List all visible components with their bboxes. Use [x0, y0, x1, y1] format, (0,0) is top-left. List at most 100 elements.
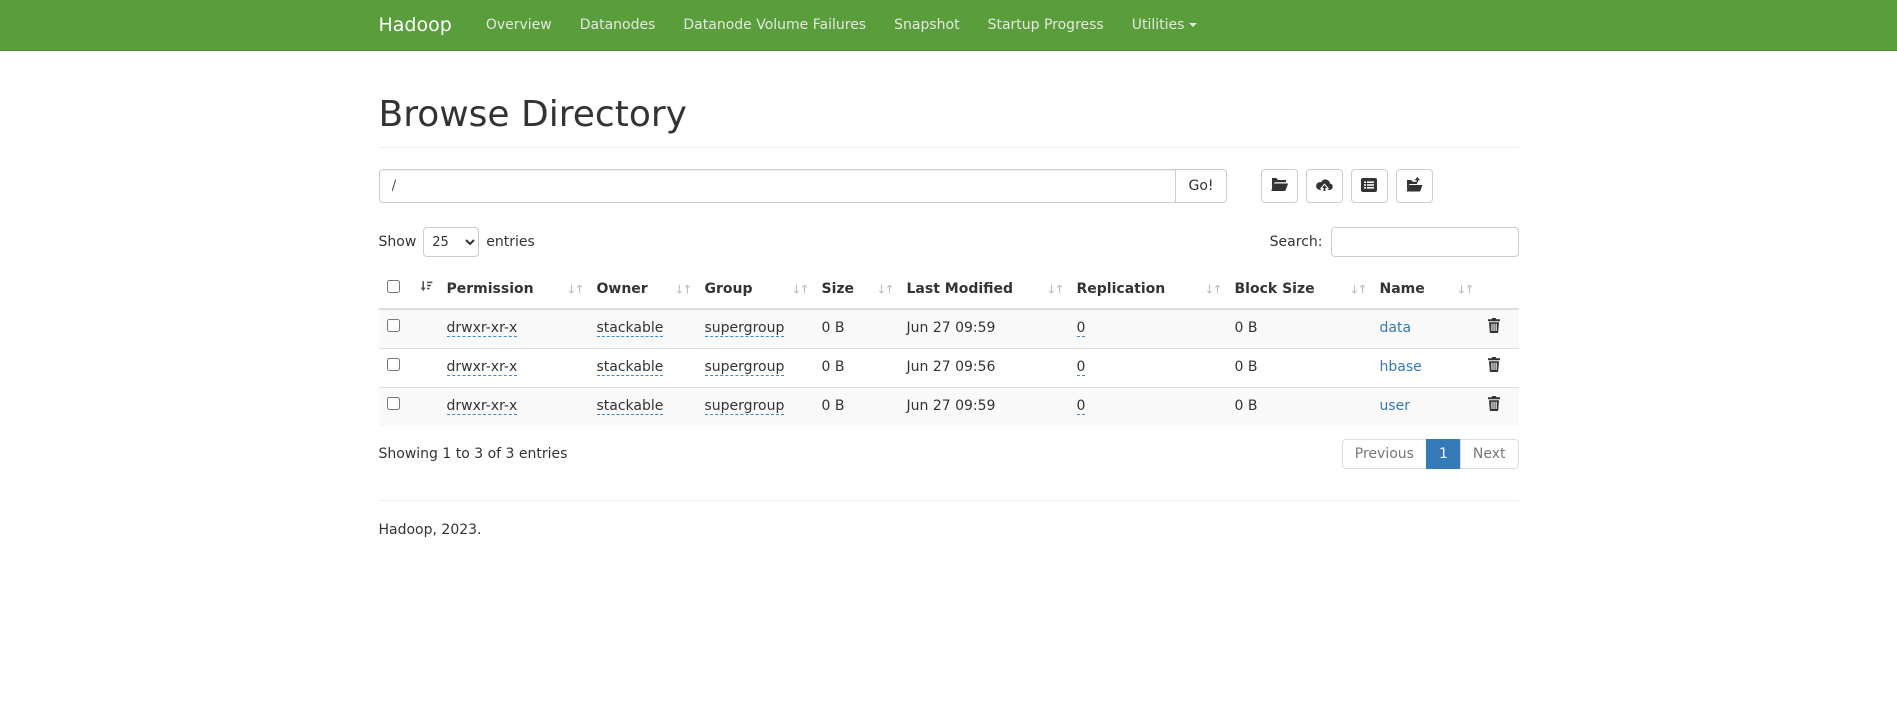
table-info: Showing 1 to 3 of 3 entries: [379, 446, 568, 462]
permission-editable[interactable]: drwxr-xr-x: [447, 320, 518, 337]
page-length-select[interactable]: 25: [423, 227, 479, 257]
folder-transfer-icon: [1405, 177, 1424, 195]
sort-both-icon: ↓↑: [876, 281, 892, 298]
block-size-value: 0 B: [1235, 359, 1258, 375]
upload-files-button[interactable]: [1306, 169, 1343, 203]
size-value: 0 B: [822, 398, 845, 414]
trash-icon: [1487, 399, 1501, 414]
cut-paste-button[interactable]: [1396, 169, 1433, 203]
main-content: Browse Directory Go!: [364, 94, 1534, 538]
footer-divider: [379, 500, 1519, 501]
path-bar: Go!: [379, 169, 1519, 203]
list-alt-icon: [1361, 178, 1377, 195]
brand-hadoop[interactable]: Hadoop: [379, 14, 452, 36]
group-editable[interactable]: supergroup: [705, 320, 785, 337]
nav-item-utilities-dropdown[interactable]: Utilities: [1118, 1, 1212, 49]
table-row: drwxr-xr-x stackable supergroup 0 B Jun …: [379, 309, 1519, 348]
sort-both-icon: ↓↑: [1456, 281, 1472, 298]
nav-item-overview[interactable]: Overview: [472, 1, 566, 49]
select-all-checkbox[interactable]: [387, 280, 400, 293]
permission-editable[interactable]: drwxr-xr-x: [447, 359, 518, 376]
table-footer-controls: Showing 1 to 3 of 3 entries Previous 1 N…: [379, 439, 1519, 469]
permission-editable[interactable]: drwxr-xr-x: [447, 398, 518, 415]
nav-links: Overview Datanodes Datanode Volume Failu…: [472, 1, 1212, 49]
trash-icon: [1487, 321, 1501, 336]
go-button[interactable]: Go!: [1175, 169, 1226, 203]
explorer-toolbar: [1261, 169, 1433, 203]
replication-editable[interactable]: 0: [1077, 320, 1086, 337]
divider: [379, 147, 1519, 148]
show-label: Show: [379, 234, 417, 250]
search-label: Search:: [1270, 234, 1323, 250]
size-value: 0 B: [822, 320, 845, 336]
header-name[interactable]: Name↓↑: [1372, 272, 1479, 309]
directory-table: Permission↓↑ Owner↓↑ Group↓↑ Size↓↑ Last…: [379, 272, 1519, 426]
directory-link[interactable]: data: [1380, 320, 1412, 336]
caret-down-icon: [1189, 23, 1197, 27]
delete-button[interactable]: [1487, 357, 1501, 372]
owner-editable[interactable]: stackable: [597, 320, 664, 337]
sort-both-icon: ↓↑: [566, 281, 582, 298]
directory-input-group: Go!: [379, 169, 1227, 203]
table-row: drwxr-xr-x stackable supergroup 0 B Jun …: [379, 348, 1519, 387]
pagination-page-1[interactable]: 1: [1427, 439, 1461, 469]
directory-path-input[interactable]: [379, 169, 1176, 203]
owner-editable[interactable]: stackable: [597, 398, 664, 415]
replication-editable[interactable]: 0: [1077, 398, 1086, 415]
delete-button[interactable]: [1487, 396, 1501, 411]
utilities-label: Utilities: [1132, 17, 1185, 33]
footer-text: Hadoop, 2023.: [379, 522, 1519, 538]
row-checkbox[interactable]: [387, 397, 400, 410]
replication-editable[interactable]: 0: [1077, 359, 1086, 376]
page-length-control: Show 25 entries: [379, 227, 535, 257]
cloud-upload-icon: [1315, 178, 1334, 195]
sort-both-icon: ↓↑: [791, 281, 807, 298]
block-size-value: 0 B: [1235, 398, 1258, 414]
search-input[interactable]: [1331, 227, 1519, 257]
last-modified-value: Jun 27 09:59: [907, 320, 996, 336]
size-value: 0 B: [822, 359, 845, 375]
last-modified-value: Jun 27 09:59: [907, 398, 996, 414]
header-last-modified[interactable]: Last Modified↓↑: [899, 272, 1069, 309]
header-size[interactable]: Size↓↑: [814, 272, 899, 309]
sort-both-icon: ↓↑: [674, 281, 690, 298]
entries-label: entries: [486, 234, 535, 250]
sort-both-icon: ↓↑: [1046, 281, 1062, 298]
table-row: drwxr-xr-x stackable supergroup 0 B Jun …: [379, 387, 1519, 425]
top-navbar: Hadoop Overview Datanodes Datanode Volum…: [0, 0, 1897, 51]
sort-by-attributes-icon: [420, 280, 433, 300]
set-quota-button[interactable]: [1351, 169, 1388, 203]
sort-both-icon: ↓↑: [1349, 281, 1365, 298]
create-directory-button[interactable]: [1261, 169, 1298, 203]
header-owner[interactable]: Owner↓↑: [589, 272, 697, 309]
last-modified-value: Jun 27 09:56: [907, 359, 996, 375]
page-title: Browse Directory: [379, 94, 1519, 135]
sort-both-icon: ↓↑: [1204, 281, 1220, 298]
group-editable[interactable]: supergroup: [705, 398, 785, 415]
table-header-row: Permission↓↑ Owner↓↑ Group↓↑ Size↓↑ Last…: [379, 272, 1519, 309]
row-checkbox[interactable]: [387, 358, 400, 371]
group-editable[interactable]: supergroup: [705, 359, 785, 376]
nav-item-startup-progress[interactable]: Startup Progress: [974, 1, 1118, 49]
block-size-value: 0 B: [1235, 320, 1258, 336]
select-all-header[interactable]: [379, 272, 439, 309]
header-block-size[interactable]: Block Size↓↑: [1227, 272, 1372, 309]
table-controls: Show 25 entries Search:: [379, 227, 1519, 257]
table-search-control: Search:: [1270, 227, 1519, 257]
pagination: Previous 1 Next: [1342, 439, 1519, 469]
directory-link[interactable]: hbase: [1380, 359, 1422, 375]
trash-icon: [1487, 360, 1501, 375]
header-replication[interactable]: Replication↓↑: [1069, 272, 1227, 309]
nav-item-snapshot[interactable]: Snapshot: [880, 1, 973, 49]
nav-item-datanode-volume-failures[interactable]: Datanode Volume Failures: [669, 1, 880, 49]
pagination-next[interactable]: Next: [1461, 439, 1519, 469]
nav-item-datanodes[interactable]: Datanodes: [566, 1, 670, 49]
header-group[interactable]: Group↓↑: [697, 272, 814, 309]
header-permission[interactable]: Permission↓↑: [439, 272, 589, 309]
row-checkbox[interactable]: [387, 319, 400, 332]
directory-link[interactable]: user: [1380, 398, 1411, 414]
folder-open-icon: [1270, 177, 1289, 195]
delete-button[interactable]: [1487, 318, 1501, 333]
pagination-previous[interactable]: Previous: [1342, 439, 1427, 469]
owner-editable[interactable]: stackable: [597, 359, 664, 376]
